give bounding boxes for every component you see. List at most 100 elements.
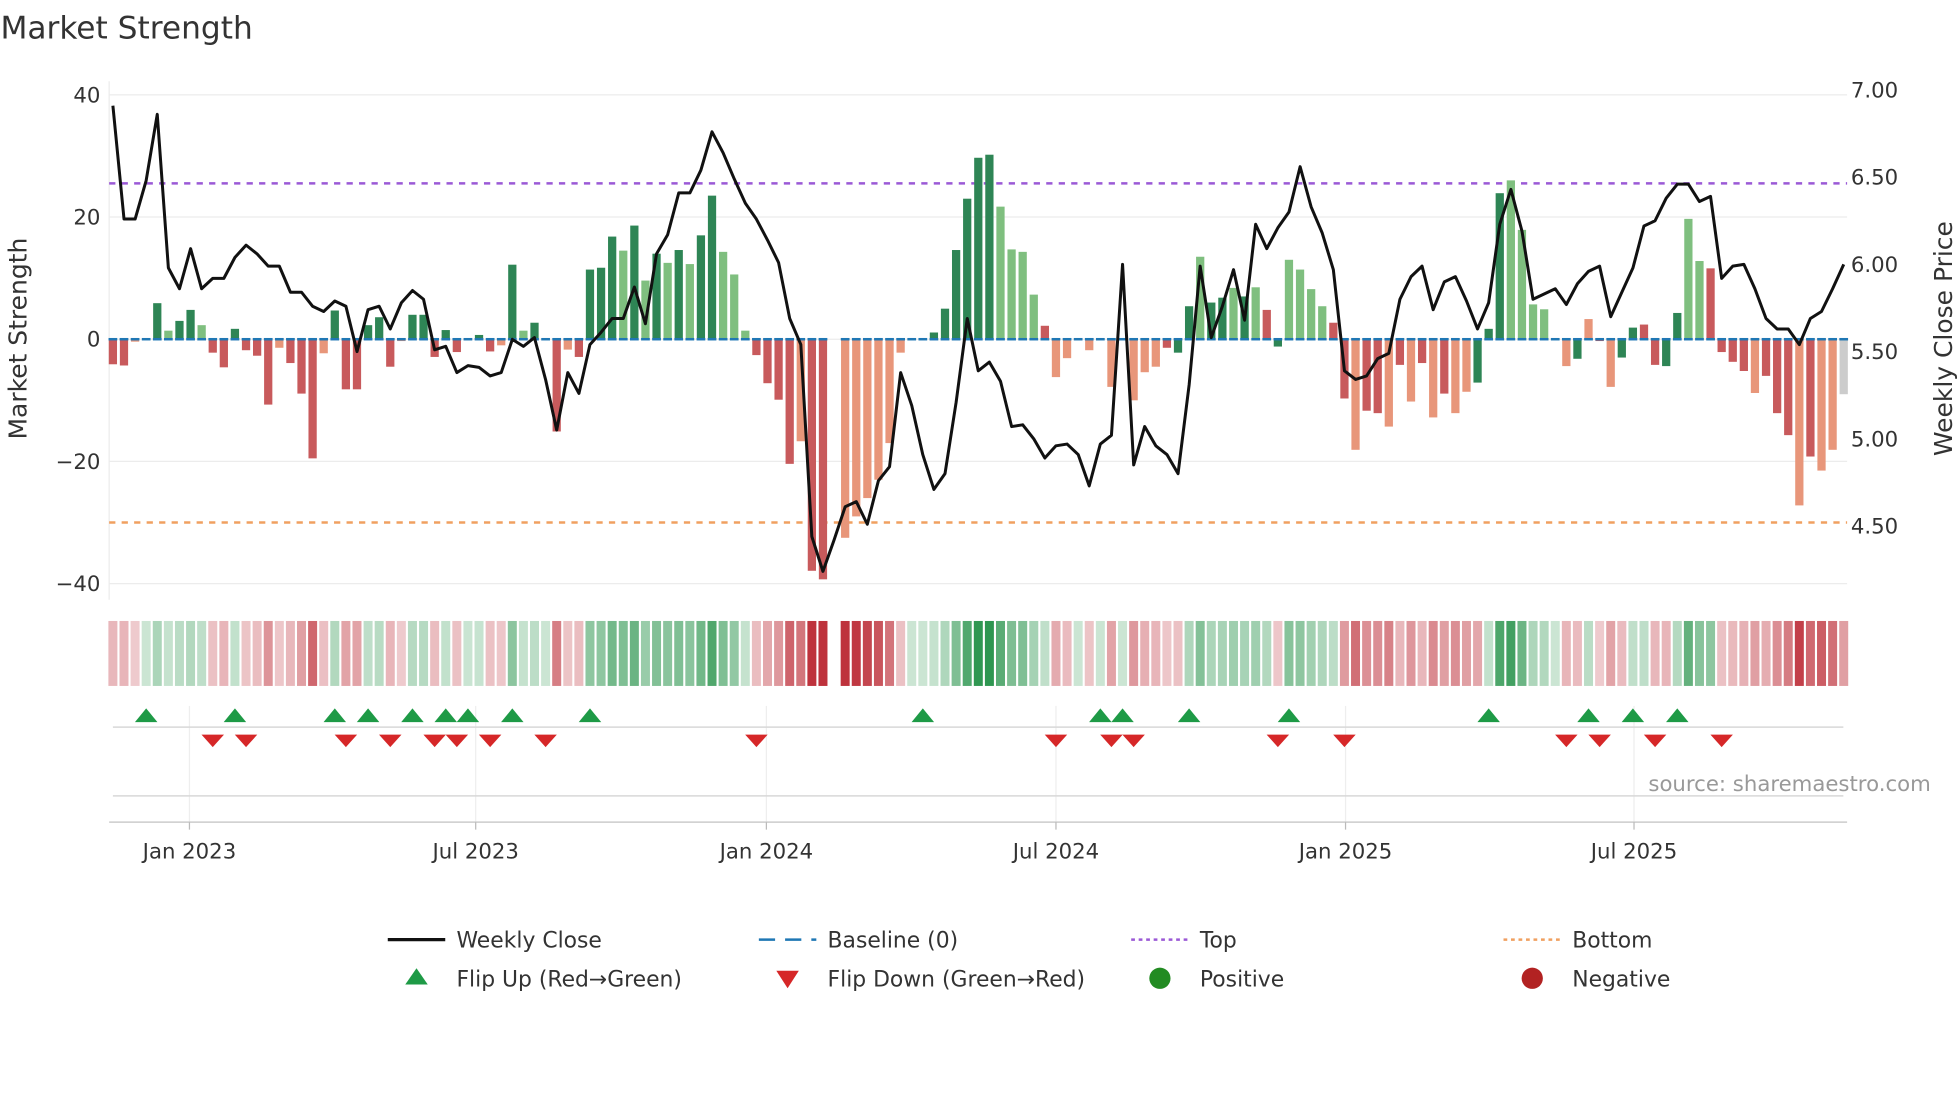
strip-cell xyxy=(1717,620,1727,686)
strip-cell xyxy=(1051,620,1061,686)
strength-bar xyxy=(241,339,251,351)
strip-cell xyxy=(308,620,318,686)
flip-down-marker xyxy=(1588,734,1611,748)
strip-cell xyxy=(1772,620,1782,686)
strip-cell xyxy=(1384,620,1394,686)
strength-bar xyxy=(1673,312,1682,340)
strip-cell xyxy=(618,620,628,686)
legend-label: Baseline (0) xyxy=(828,929,959,954)
strip-cell xyxy=(1284,620,1294,686)
strength-bar xyxy=(674,250,683,340)
strip-cell xyxy=(1495,620,1505,686)
strength-bar xyxy=(1717,339,1726,353)
strip-cell xyxy=(1195,620,1205,686)
strip-cell xyxy=(197,620,207,686)
strength-bar xyxy=(741,330,750,340)
strength-bar xyxy=(508,264,517,340)
strip-cell xyxy=(1650,620,1660,686)
strength-bar xyxy=(164,330,173,340)
strength-bar xyxy=(1406,339,1416,402)
flip-down-marker xyxy=(379,734,402,748)
strip-cell xyxy=(1306,620,1316,686)
strip-cell xyxy=(541,620,551,686)
legend-label: Flip Down (Green→Red) xyxy=(828,967,1086,992)
strip-cell xyxy=(1106,620,1116,686)
strength-bar xyxy=(363,325,373,340)
strip-cell xyxy=(1395,620,1405,686)
strip-cell xyxy=(1728,620,1738,686)
strength-bar xyxy=(663,262,672,340)
strip-cell xyxy=(1140,620,1150,686)
strip-cell xyxy=(940,620,950,686)
strip-cell xyxy=(1761,620,1771,686)
strip-cell xyxy=(208,620,218,686)
strip-cell xyxy=(1528,620,1538,686)
strength-bar xyxy=(696,235,706,340)
flip-down-marker xyxy=(423,734,446,748)
strength-bar xyxy=(386,339,395,367)
strength-bar xyxy=(619,250,628,340)
flip-up-marker xyxy=(134,708,158,723)
strength-bar xyxy=(519,330,528,340)
strip-cell xyxy=(1339,620,1349,686)
strength-bar xyxy=(1473,339,1482,383)
strip-cell xyxy=(319,620,329,686)
strip-cell xyxy=(1517,620,1527,686)
strip-cell xyxy=(785,620,795,686)
strip-cell xyxy=(962,620,972,686)
strip-cell xyxy=(163,620,173,686)
strip-cell xyxy=(341,620,351,686)
flip-up-marker xyxy=(1277,708,1301,723)
strength-bar xyxy=(1650,339,1660,365)
y2-axis-label: Weekly Close Price xyxy=(1929,221,1958,456)
strength-bar xyxy=(208,339,217,353)
strength-bar xyxy=(275,339,284,348)
strength-bar xyxy=(485,339,495,352)
strength-bar xyxy=(1784,339,1793,436)
strength-bar xyxy=(297,339,306,394)
flip-down-marker xyxy=(1710,734,1733,748)
flip-down-marker xyxy=(1333,734,1356,748)
flip-up-marker xyxy=(434,708,457,723)
strength-bar xyxy=(1839,339,1848,395)
strength-bar xyxy=(1695,261,1704,340)
strip-cell xyxy=(1295,620,1305,686)
strip-cell xyxy=(1617,620,1627,686)
strip-cell xyxy=(1506,620,1516,686)
strip-cell xyxy=(441,620,451,686)
strength-bar xyxy=(874,339,883,480)
strength-bar xyxy=(852,339,861,517)
strip-cell xyxy=(1572,620,1582,686)
strip-cell xyxy=(1606,620,1616,686)
strength-bar xyxy=(1806,339,1815,457)
strip-cell xyxy=(1273,620,1283,686)
strip-cell xyxy=(1450,620,1460,686)
strip-cell xyxy=(1062,620,1072,686)
x-tick-label: Jul 2024 xyxy=(1011,839,1099,864)
strip-cell xyxy=(1362,620,1372,686)
strength-bar xyxy=(1318,306,1327,340)
legend: Weekly Close Baseline (0) Top Bottom Flip Up… xyxy=(387,929,1670,992)
strip-cell xyxy=(1228,620,1238,686)
strength-bar xyxy=(1307,289,1316,340)
strip-cell xyxy=(984,620,994,686)
strength-bar xyxy=(1484,328,1493,340)
strip-cell xyxy=(530,620,540,686)
strength-bar xyxy=(1761,339,1771,376)
strip-cell xyxy=(419,620,429,686)
strength-bar xyxy=(685,264,694,340)
strip-cell xyxy=(1817,620,1827,686)
strength-bar xyxy=(1029,294,1038,340)
strip-cell xyxy=(674,620,684,686)
strip-cell xyxy=(1328,620,1338,686)
flip-up-marker xyxy=(1089,708,1112,723)
strength-bar xyxy=(1173,339,1183,353)
strength-bar xyxy=(408,314,417,340)
strength-bar xyxy=(1440,339,1449,394)
strip-cell xyxy=(851,620,861,686)
legend-label: Top xyxy=(1199,929,1237,954)
strip-cell xyxy=(840,620,850,686)
strength-bar xyxy=(1140,339,1149,373)
strip-cell xyxy=(485,620,495,686)
strip-cell xyxy=(1473,620,1483,686)
